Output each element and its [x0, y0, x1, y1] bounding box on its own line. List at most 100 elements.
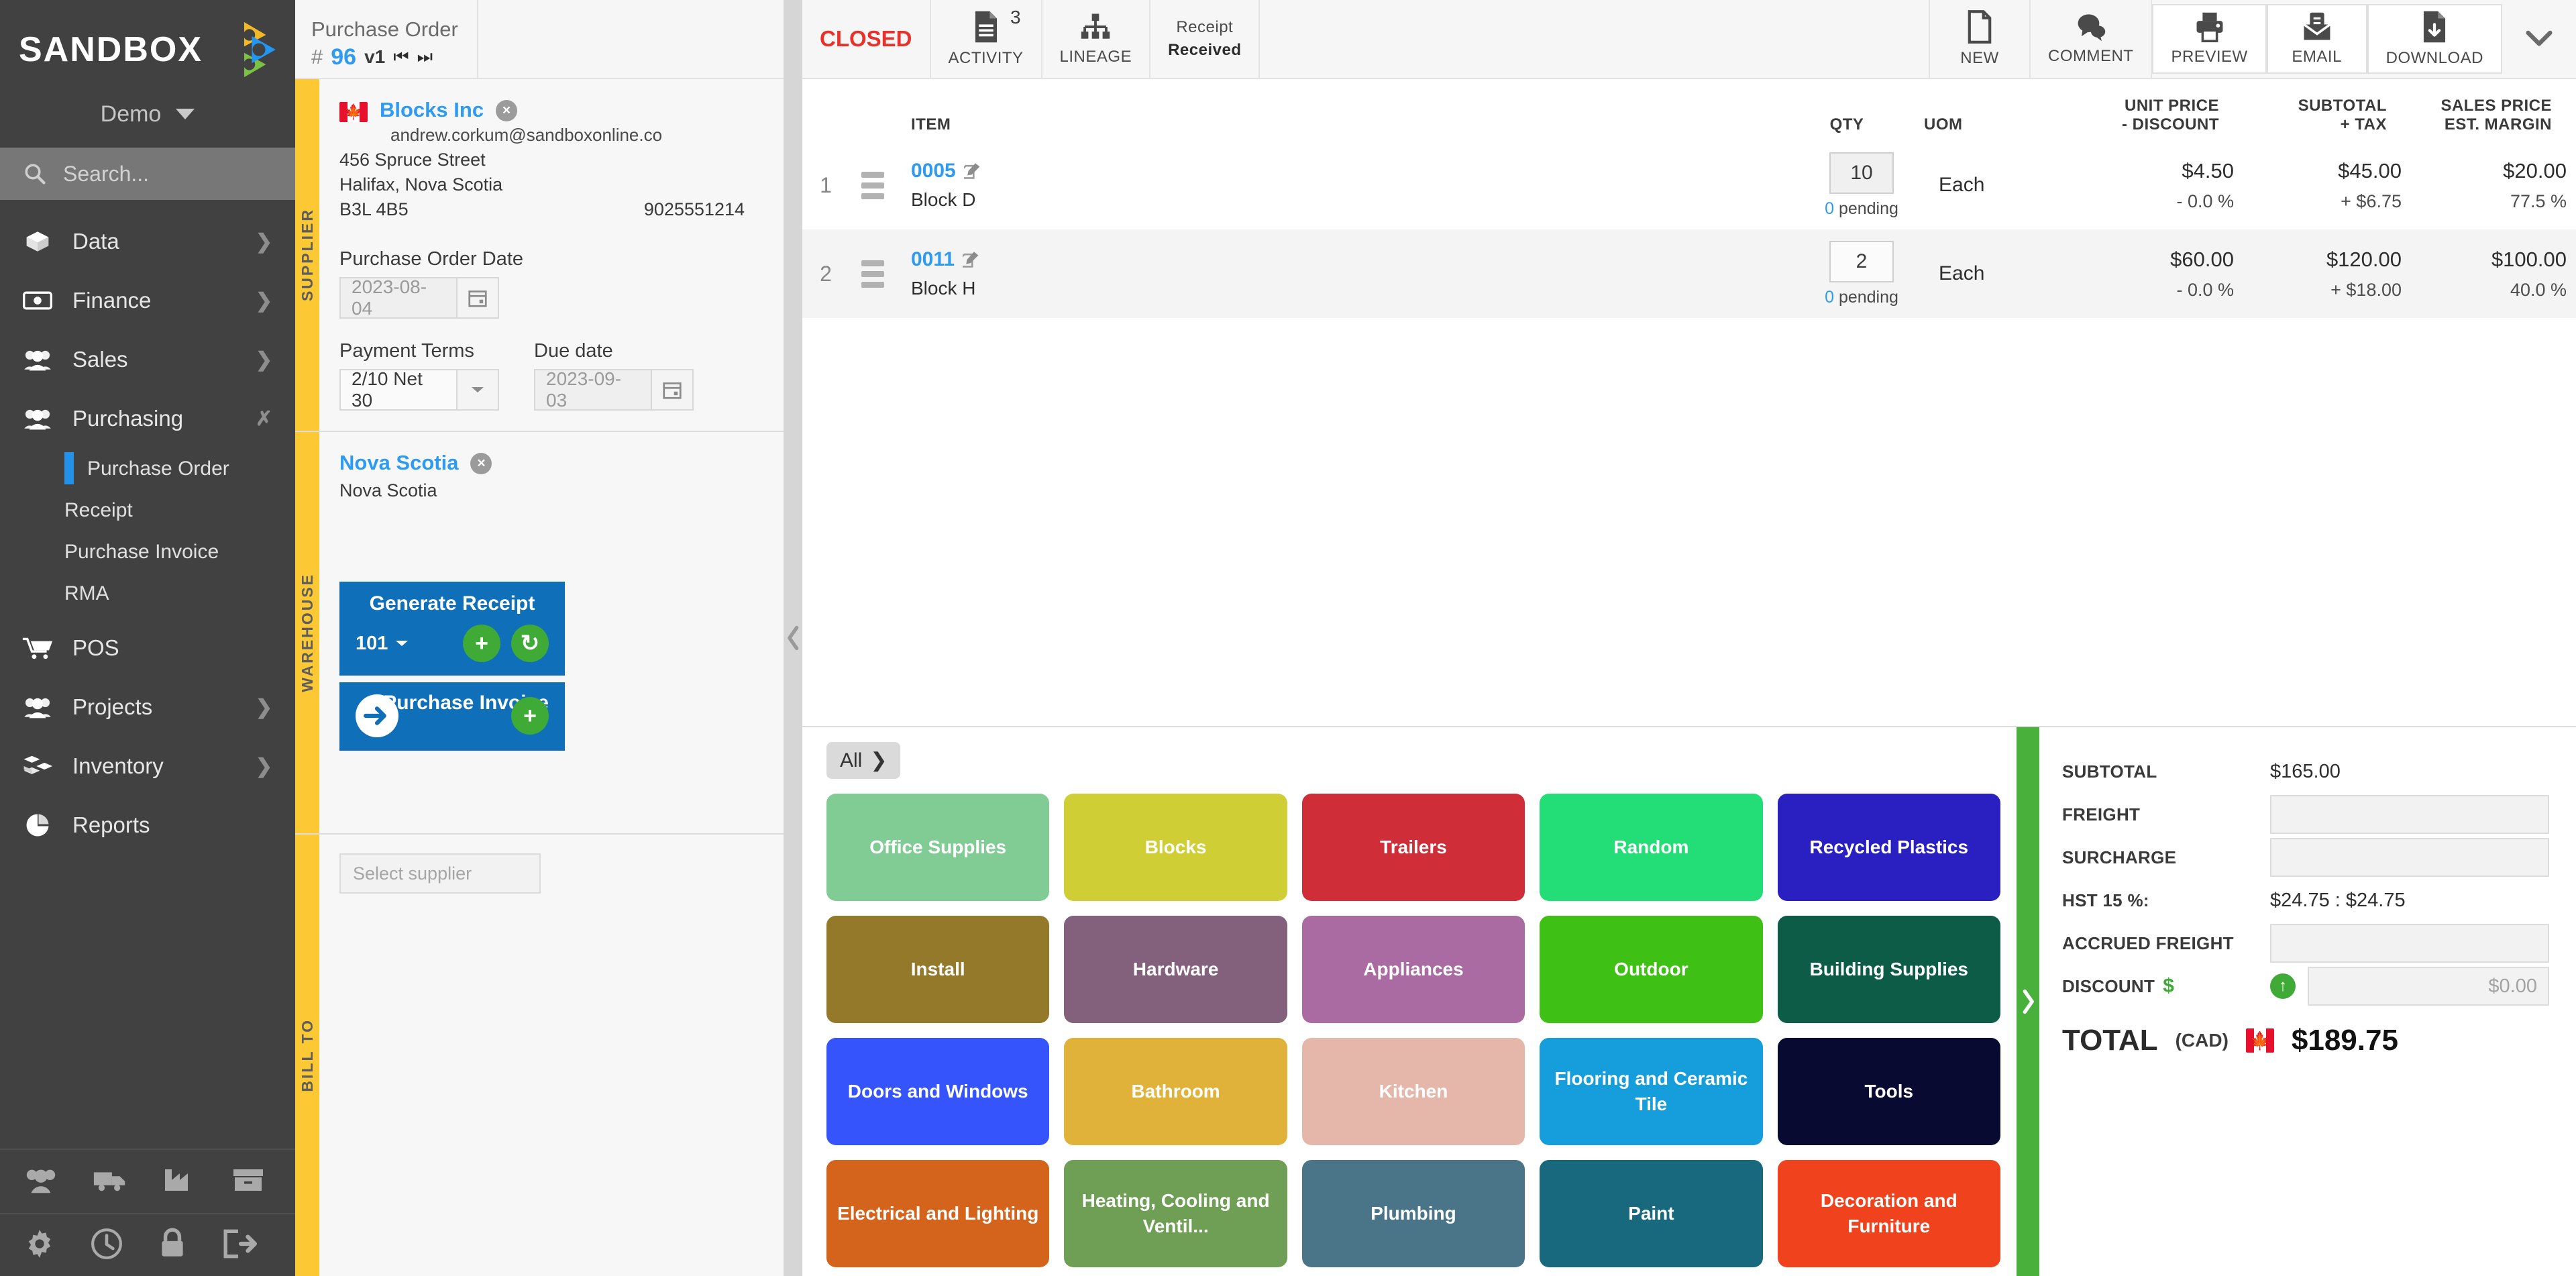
category-tile[interactable]: Bathroom — [1064, 1038, 1287, 1145]
select-supplier-input[interactable]: Select supplier — [339, 853, 541, 894]
truck-icon[interactable] — [93, 1167, 129, 1197]
category-tile[interactable]: Office Supplies — [826, 794, 1050, 901]
generate-receipt-card[interactable]: Generate Receipt 101 + ↻ — [339, 582, 565, 676]
calendar-icon[interactable] — [652, 369, 694, 411]
category-tile[interactable]: Hardware — [1064, 916, 1287, 1023]
supplier-section-tab[interactable]: SUPPLIER — [295, 79, 319, 431]
freight-input[interactable] — [2270, 795, 2549, 834]
add-receipt-button[interactable]: + — [463, 625, 500, 662]
refresh-receipt-button[interactable]: ↻ — [511, 625, 549, 662]
org-switcher[interactable]: Demo — [101, 101, 195, 127]
sidebar-item-purchase-invoice[interactable]: Purchase Invoice — [0, 531, 295, 573]
sidebar-item-sales[interactable]: Sales ❯ — [0, 330, 295, 389]
people-icon[interactable] — [23, 1167, 59, 1197]
factory-icon[interactable] — [162, 1167, 197, 1197]
lock-icon[interactable] — [157, 1227, 188, 1264]
collapse-left-panel-button[interactable] — [785, 0, 802, 1276]
next-document-button[interactable]: ⏭ — [417, 46, 433, 68]
edit-icon[interactable] — [963, 162, 981, 180]
new-button[interactable]: NEW — [1930, 0, 2031, 78]
surcharge-input[interactable] — [2270, 838, 2549, 877]
item-description: Block D — [911, 189, 976, 210]
category-tile[interactable]: Heating, Cooling and Ventil... — [1064, 1160, 1287, 1267]
sidebar-item-pos[interactable]: POS — [0, 619, 295, 678]
chevron-down-icon[interactable] — [458, 369, 499, 411]
logout-icon[interactable] — [221, 1228, 258, 1263]
sidebar-item-rma[interactable]: RMA — [0, 573, 295, 615]
email-button[interactable]: EMAIL — [2266, 4, 2367, 74]
category-tile[interactable]: Appliances — [1301, 916, 1525, 1023]
brand-logo[interactable]: SANDBOX — [19, 21, 276, 78]
item-code[interactable]: 0005 — [911, 160, 1791, 182]
clear-warehouse-button[interactable]: × — [470, 453, 492, 474]
po-date-input[interactable]: 2023-08-04 — [339, 276, 458, 319]
category-tile[interactable]: Flooring and Ceramic Tile — [1540, 1038, 1763, 1145]
add-purchase-invoice-button[interactable]: + — [511, 697, 549, 735]
edit-icon[interactable] — [963, 251, 980, 268]
qty-input[interactable]: 2 — [1829, 240, 1894, 282]
lineage-button[interactable]: LINEAGE — [1042, 0, 1151, 78]
discount-currency-toggle[interactable]: $ — [2163, 975, 2174, 997]
category-tile[interactable]: Doors and Windows — [826, 1038, 1050, 1145]
sidebar-item-finance[interactable]: Finance ❯ — [0, 271, 295, 330]
download-button[interactable]: DOWNLOAD — [2367, 4, 2502, 74]
category-tile[interactable]: Install — [826, 916, 1050, 1023]
sidebar-item-purchase-order[interactable]: Purchase Order — [0, 448, 295, 490]
expand-totals-button[interactable] — [2017, 727, 2039, 1276]
sidebar-item-purchasing[interactable]: Purchasing ✗ — [0, 389, 295, 448]
apply-discount-button[interactable]: ↑ — [2270, 973, 2296, 999]
discount-input[interactable]: $0.00 — [2308, 967, 2549, 1006]
payment-terms-select[interactable]: 2/10 Net 30 — [339, 368, 458, 411]
item-code[interactable]: 0011 — [911, 248, 1791, 271]
purchase-invoice-card[interactable]: Purchase Invoice + — [339, 682, 565, 751]
category-tile[interactable]: Blocks — [1064, 794, 1287, 901]
receipt-number-select[interactable]: 101 — [356, 633, 409, 655]
category-tile[interactable]: Building Supplies — [1777, 916, 2000, 1023]
clock-icon[interactable] — [90, 1227, 123, 1264]
qty-input[interactable]: 10 — [1829, 152, 1894, 194]
sidebar-item-reports[interactable]: Reports — [0, 796, 295, 855]
category-tile[interactable]: Recycled Plastics — [1777, 794, 2000, 901]
accrued-freight-input[interactable] — [2270, 924, 2549, 963]
category-tile[interactable]: Kitchen — [1301, 1038, 1525, 1145]
archive-box-icon[interactable] — [231, 1167, 266, 1197]
sidebar-item-data[interactable]: Data ❯ — [0, 212, 295, 271]
category-tile[interactable]: Paint — [1540, 1160, 1763, 1267]
warehouse-section-tab[interactable]: WAREHOUSE — [295, 432, 319, 833]
supplier-name[interactable]: Blocks Inc — [380, 98, 484, 122]
drag-handle-icon[interactable] — [849, 260, 896, 288]
category-tile[interactable]: Outdoor — [1540, 916, 1763, 1023]
category-tile[interactable]: Electrical and Lighting — [826, 1160, 1050, 1267]
preview-button[interactable]: PREVIEW — [2152, 4, 2267, 74]
sidebar-item-receipt[interactable]: Receipt — [0, 490, 295, 531]
gear-icon[interactable] — [23, 1227, 56, 1264]
warehouse-name[interactable]: Nova Scotia — [339, 451, 458, 475]
activity-button[interactable]: 3 ACTIVITY — [931, 0, 1042, 78]
category-tile[interactable]: Random — [1540, 794, 1763, 901]
table-row[interactable]: 2 0011 Block H 2 0 pending Each $60.00 -… — [802, 229, 2576, 318]
category-tile[interactable]: Tools — [1777, 1038, 2000, 1145]
table-row[interactable]: 1 0005 Block D 10 0 pending Each $4.50 -… — [802, 141, 2576, 229]
category-tile[interactable]: Decoration and Furniture — [1777, 1160, 2000, 1267]
pending-link[interactable]: 0 pending — [1825, 199, 1898, 219]
category-tile[interactable]: Trailers — [1301, 794, 1525, 901]
category-breadcrumb-all[interactable]: All ❯ — [826, 742, 901, 779]
receipt-status-block[interactable]: Receipt Received — [1150, 0, 1260, 78]
toolbar-more-button[interactable] — [2502, 0, 2576, 78]
due-date-input[interactable]: 2023-09-03 — [534, 368, 652, 411]
category-tile[interactable]: Plumbing — [1301, 1160, 1525, 1267]
go-arrow-icon[interactable] — [356, 694, 398, 737]
prev-document-button[interactable]: ⏮ — [393, 46, 409, 68]
sidebar-item-projects[interactable]: Projects ❯ — [0, 678, 295, 737]
document-number[interactable]: 96 — [331, 44, 356, 70]
clear-supplier-button[interactable]: × — [496, 100, 518, 121]
pending-link[interactable]: 0 pending — [1825, 288, 1898, 307]
search-input[interactable]: Search... — [0, 148, 295, 200]
page-title: Purchase Order — [311, 17, 458, 41]
bill-to-section-tab[interactable]: BILL TO — [295, 835, 319, 1276]
comment-button[interactable]: COMMENT — [2031, 0, 2153, 78]
calendar-icon[interactable] — [458, 277, 499, 319]
total-value: $189.75 — [2291, 1024, 2398, 1057]
sidebar-item-inventory[interactable]: Inventory ❯ — [0, 737, 295, 796]
drag-handle-icon[interactable] — [849, 171, 896, 199]
